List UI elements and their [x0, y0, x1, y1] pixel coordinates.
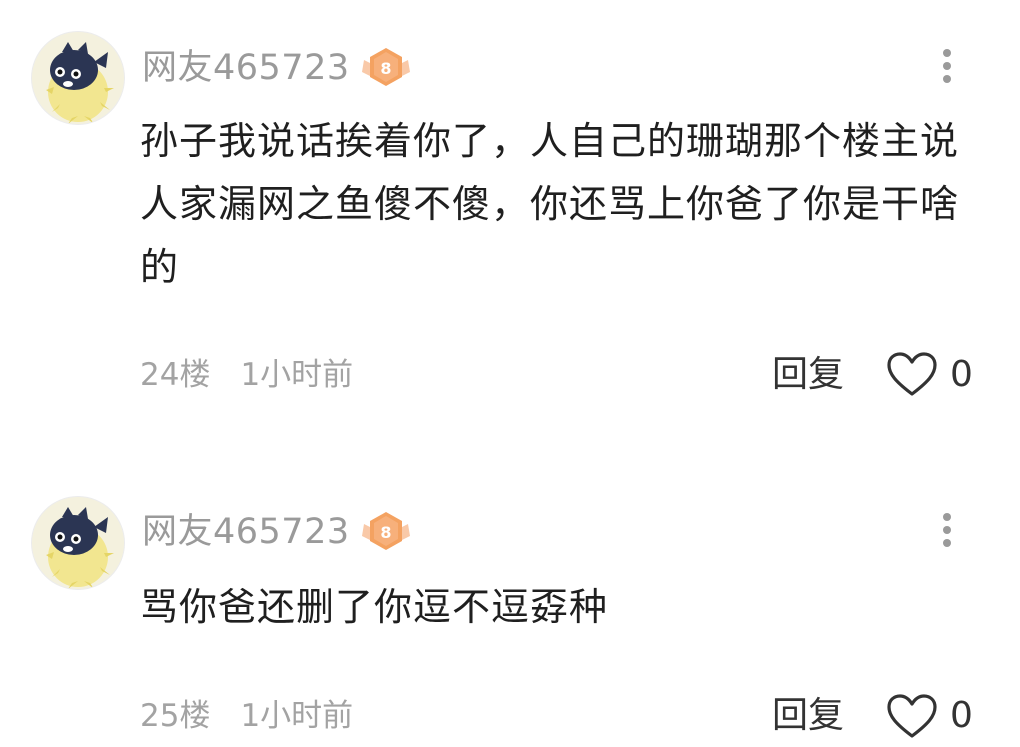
avatar[interactable]	[32, 497, 124, 589]
level-badge-icon: 8	[362, 48, 410, 86]
level-badge: 8	[358, 46, 414, 90]
more-dot	[943, 75, 951, 83]
floor-number: 25楼	[140, 698, 211, 734]
reply-button[interactable]: 回复	[772, 355, 844, 395]
level-badge-icon: 8	[362, 512, 410, 550]
comment-content: 孙子我说话挨着你了，人自己的珊瑚那个楼主说人家漏网之鱼傻不傻，你还骂上你爸了你是…	[140, 119, 960, 289]
username[interactable]: 网友465723	[142, 48, 350, 88]
like-button[interactable]	[886, 694, 938, 740]
more-dot	[943, 526, 951, 534]
like-count: 0	[950, 695, 973, 736]
timestamp: 1小时前	[240, 357, 354, 393]
more-vertical-icon	[943, 513, 951, 521]
heart-outline-icon	[887, 352, 937, 396]
floor-number: 24楼	[140, 357, 211, 393]
more-button[interactable]	[930, 43, 964, 89]
timestamp: 1小时前	[240, 698, 354, 734]
level-text: 8	[380, 59, 391, 78]
heart-outline-icon	[887, 694, 937, 738]
pufferfish-avatar-icon	[32, 32, 124, 124]
like-count: 0	[950, 354, 973, 395]
comment-meta: 25楼 1小时前	[140, 698, 353, 734]
level-text: 8	[380, 523, 391, 542]
reply-button[interactable]: 回复	[772, 696, 844, 736]
more-dot	[943, 539, 951, 547]
more-dot	[943, 62, 951, 70]
like-button[interactable]	[886, 352, 938, 398]
avatar[interactable]	[32, 32, 124, 124]
pufferfish-avatar-icon	[32, 497, 124, 589]
comment-content: 骂你爸还删了你逗不逗孬种	[140, 585, 609, 629]
username[interactable]: 网友465723	[142, 512, 350, 552]
comment-meta: 24楼 1小时前	[140, 357, 353, 393]
more-vertical-icon	[943, 49, 951, 57]
more-button[interactable]	[930, 507, 964, 553]
level-badge: 8	[358, 510, 414, 554]
